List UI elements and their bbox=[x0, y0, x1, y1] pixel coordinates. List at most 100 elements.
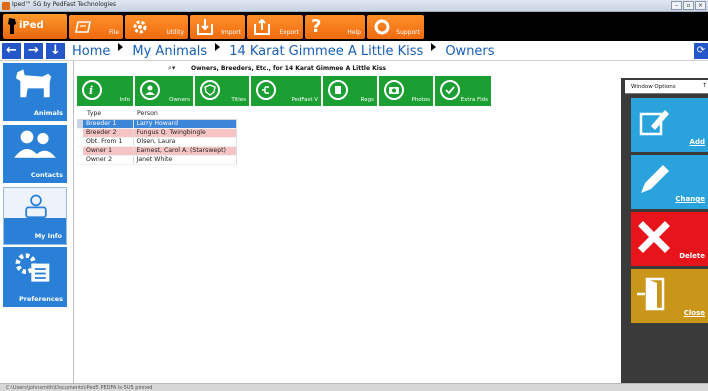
owner-icon bbox=[140, 80, 160, 100]
minimize-icon[interactable]: – bbox=[671, 1, 682, 10]
back-arrow-icon[interactable]: ← bbox=[2, 43, 21, 59]
delete-label: Delete bbox=[679, 252, 705, 260]
left-navigation: Animals Contacts My Info Preferences bbox=[0, 61, 70, 383]
help-button[interactable]: ? Help bbox=[305, 15, 365, 39]
import-button[interactable]: Import bbox=[190, 15, 245, 39]
regs-button[interactable]: Regs bbox=[323, 76, 377, 106]
refresh-icon[interactable]: ⟳ bbox=[694, 43, 708, 59]
titles-label: Titles bbox=[231, 97, 246, 103]
cell-type: Breeder 2 bbox=[83, 128, 134, 138]
photos-label: Photos bbox=[411, 97, 430, 103]
import-icon bbox=[197, 19, 213, 35]
navigation-bar: ← → ↓ Home My Animals 14 Karat Gimmee A … bbox=[0, 41, 708, 61]
maximize-icon[interactable]: ▫ bbox=[683, 1, 694, 10]
table-row[interactable]: Breeder 1 Larry Howard bbox=[77, 119, 237, 129]
breadcrumb-animal[interactable]: 14 Karat Gimmee A Little Kiss bbox=[229, 44, 423, 59]
owners-button[interactable]: Owners bbox=[135, 76, 193, 106]
window-title: Iped™ 5G by PedFast Technologies bbox=[12, 1, 117, 8]
pencil-icon bbox=[641, 165, 669, 193]
nav-label-preferences: Preferences bbox=[19, 295, 63, 303]
add-edit-icon bbox=[639, 110, 669, 136]
breadcrumb: Home My Animals 14 Karat Gimmee A Little… bbox=[72, 43, 495, 59]
add-label: Add bbox=[689, 138, 705, 146]
help-label: Help bbox=[347, 29, 361, 36]
cell-type: Obt. From 1 bbox=[83, 137, 134, 147]
table-header-row: Type Person bbox=[77, 109, 237, 120]
window-controls: – ▫ × bbox=[671, 1, 706, 10]
regs-label: Regs bbox=[360, 97, 374, 103]
info-button[interactable]: i Info bbox=[77, 76, 133, 106]
info-icon: i bbox=[82, 80, 102, 100]
table-row[interactable]: Obt. From 1 Olsen, Laura bbox=[77, 137, 237, 147]
nav-tile-animals[interactable]: Animals bbox=[3, 63, 67, 121]
dog-icon bbox=[15, 69, 52, 98]
info-label: Info bbox=[119, 97, 130, 103]
shield-icon bbox=[200, 80, 220, 100]
export-label: Export bbox=[279, 29, 299, 36]
utility-label: Utility bbox=[166, 29, 184, 36]
window-options-panel: Window Options ↑ Add Change Delete Close bbox=[621, 78, 708, 383]
dog-logo-icon bbox=[8, 18, 16, 34]
cell-person: Olsen, Laura bbox=[133, 137, 237, 147]
breadcrumb-separator-icon bbox=[215, 43, 221, 51]
breadcrumb-my-animals[interactable]: My Animals bbox=[132, 44, 207, 59]
my-info-tile-band bbox=[4, 218, 66, 244]
nav-label-animals: Animals bbox=[33, 109, 63, 117]
table-body: Breeder 1 Larry Howard Breeder 2 Fungus Q. … bbox=[77, 119, 237, 165]
pin-icon[interactable]: ↑ bbox=[702, 82, 707, 89]
people-icon bbox=[14, 130, 56, 158]
export-button[interactable]: Export bbox=[247, 15, 303, 39]
close-label: Close bbox=[683, 309, 705, 317]
nav-tile-preferences[interactable]: Preferences bbox=[3, 247, 67, 307]
status-path: C:\Users\johnsmith\Documents\iPed5 PEDFA… bbox=[6, 385, 153, 391]
export-icon bbox=[254, 18, 270, 35]
change-label: Change bbox=[675, 195, 705, 203]
cell-person: Fungus Q. Twingbingle bbox=[133, 128, 237, 138]
breadcrumb-separator-icon bbox=[118, 43, 124, 51]
column-header-person[interactable]: Person bbox=[133, 109, 237, 120]
pedfast-v-button[interactable]: PedFast V bbox=[251, 76, 321, 106]
utility-button[interactable]: Utility bbox=[125, 15, 188, 39]
down-arrow-icon[interactable]: ↓ bbox=[46, 43, 65, 59]
close-icon[interactable]: × bbox=[695, 1, 706, 10]
add-button[interactable]: Add bbox=[631, 98, 708, 152]
close-button[interactable]: Close bbox=[631, 269, 708, 323]
cell-person: Larry Howard bbox=[133, 119, 237, 129]
cell-person: Earnest, Carol A. (Starswept) bbox=[133, 146, 237, 156]
table-row[interactable]: Owner 1 Earnest, Carol A. (Starswept) bbox=[77, 146, 237, 156]
table-row[interactable]: Breeder 2 Fungus Q. Twingbingle bbox=[77, 128, 237, 138]
nav-tile-my-info[interactable]: My Info bbox=[3, 187, 67, 245]
person-outline-icon bbox=[25, 194, 47, 219]
gear-checklist-icon bbox=[15, 253, 50, 282]
main-panel: ⌕▾ Owners, Breeders, Etc., for 14 Karat … bbox=[73, 61, 621, 383]
gear-icon bbox=[133, 20, 147, 34]
delete-x-icon bbox=[638, 221, 670, 253]
delete-button[interactable]: Delete bbox=[631, 212, 708, 266]
pedfast-v-label: PedFast V bbox=[291, 97, 318, 103]
forward-arrow-icon[interactable]: → bbox=[24, 43, 43, 59]
nav-tile-contacts[interactable]: Contacts bbox=[3, 125, 67, 183]
door-exit-icon bbox=[637, 277, 665, 311]
file-icon bbox=[75, 21, 91, 33]
breadcrumb-home[interactable]: Home bbox=[72, 44, 110, 59]
owners-label: Owners bbox=[169, 97, 190, 103]
photos-button[interactable]: Photos bbox=[379, 76, 433, 106]
file-label: File bbox=[108, 29, 119, 36]
column-header-type[interactable]: Type bbox=[83, 109, 133, 120]
grid-title: Owners, Breeders, Etc., for 14 Karat Gim… bbox=[191, 65, 386, 72]
document-icon bbox=[328, 80, 348, 100]
owners-table: Type Person Breeder 1 Larry Howard Breeder… bbox=[77, 109, 237, 165]
table-row[interactable]: Owner 2 Janet White bbox=[77, 155, 237, 165]
titles-button[interactable]: Titles bbox=[195, 76, 249, 106]
extra-flds-button[interactable]: Extra Flds bbox=[435, 76, 491, 106]
brand-name: iPed bbox=[19, 20, 44, 31]
file-button[interactable]: File bbox=[69, 15, 123, 39]
search-icon[interactable]: ⌕▾ bbox=[168, 64, 175, 73]
change-button[interactable]: Change bbox=[631, 155, 708, 209]
breadcrumb-owners[interactable]: Owners bbox=[445, 44, 494, 59]
cell-type: Owner 2 bbox=[83, 155, 134, 165]
main-toolbar: iPed File Utility Import Export ? Help S… bbox=[0, 12, 708, 41]
support-button[interactable]: Support bbox=[367, 15, 424, 39]
extra-flds-label: Extra Flds bbox=[460, 97, 488, 103]
import-label: Import bbox=[221, 29, 241, 36]
